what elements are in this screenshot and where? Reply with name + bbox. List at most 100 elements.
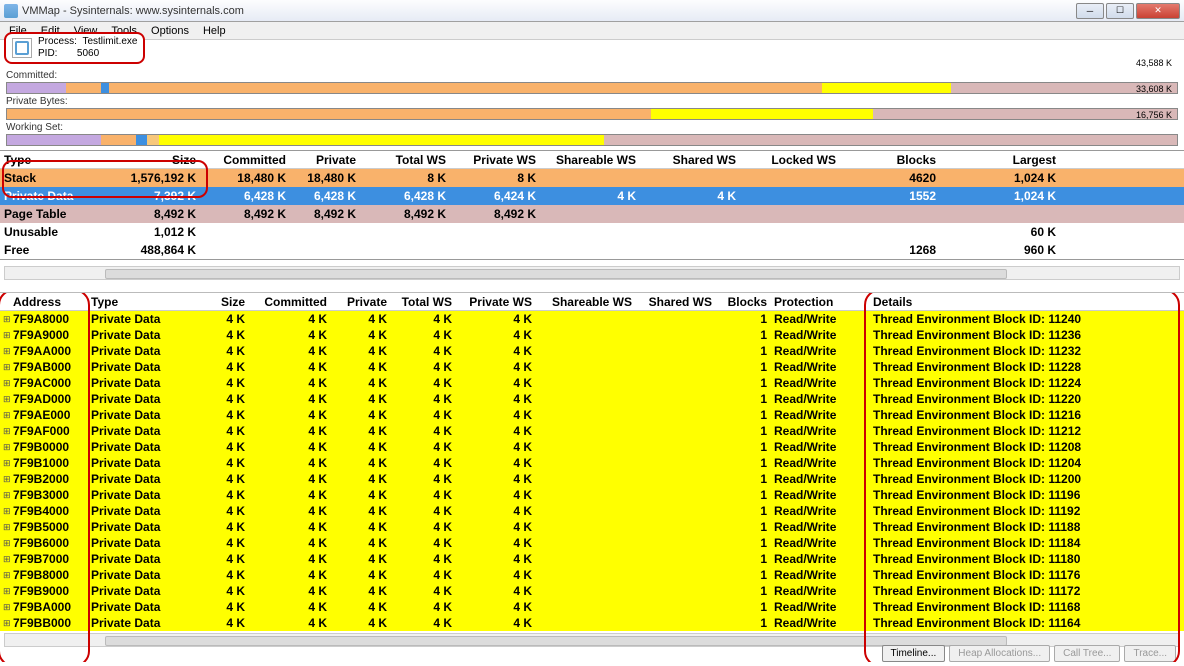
close-button[interactable]: ✕	[1136, 3, 1180, 19]
details-row[interactable]: ⊞7F9AA000Private Data4 K4 K4 K4 K4 K1Rea…	[0, 343, 1184, 359]
details-row[interactable]: ⊞7F9B5000Private Data4 K4 K4 K4 K4 K1Rea…	[0, 519, 1184, 535]
expand-icon[interactable]: ⊞	[0, 362, 10, 373]
details-cell-addr: 7F9AB000	[10, 360, 88, 374]
col-sharedws[interactable]: Shared WS	[640, 153, 740, 167]
dcol-type[interactable]: Type	[88, 295, 198, 309]
dcol-private[interactable]: Private	[330, 295, 390, 309]
details-cell-size: 4 K	[198, 344, 248, 358]
expand-icon[interactable]: ⊞	[0, 346, 10, 357]
details-row[interactable]: ⊞7F9B6000Private Data4 K4 K4 K4 K4 K1Rea…	[0, 535, 1184, 551]
heap-allocations-button[interactable]: Heap Allocations...	[949, 645, 1050, 662]
expand-icon[interactable]: ⊞	[0, 602, 10, 613]
summary-row[interactable]: Page Table8,492 K8,492 K8,492 K8,492 K8,…	[0, 205, 1184, 223]
col-type[interactable]: Type	[0, 153, 105, 167]
menu-help[interactable]: Help	[196, 24, 233, 38]
dcol-shareablews[interactable]: Shareable WS	[535, 295, 635, 309]
expand-icon[interactable]: ⊞	[0, 522, 10, 533]
col-blocks[interactable]: Blocks	[840, 153, 940, 167]
expand-icon[interactable]: ⊞	[0, 442, 10, 453]
details-row[interactable]: ⊞7F9B1000Private Data4 K4 K4 K4 K4 K1Rea…	[0, 455, 1184, 471]
details-row[interactable]: ⊞7F9B8000Private Data4 K4 K4 K4 K4 K1Rea…	[0, 567, 1184, 583]
details-cell-details: Thread Environment Block ID: 11228	[870, 360, 1150, 374]
details-cell-type: Private Data	[88, 552, 198, 566]
expand-icon[interactable]: ⊞	[0, 490, 10, 501]
details-cell-protection: Read/Write	[770, 456, 870, 470]
dcol-address[interactable]: Address	[10, 295, 88, 309]
expand-icon[interactable]: ⊞	[0, 330, 10, 341]
expand-icon[interactable]: ⊞	[0, 378, 10, 389]
expand-icon[interactable]: ⊞	[0, 474, 10, 485]
details-row[interactable]: ⊞7F9B0000Private Data4 K4 K4 K4 K4 K1Rea…	[0, 439, 1184, 455]
details-cell-type: Private Data	[88, 440, 198, 454]
details-cell-addr: 7F9AA000	[10, 344, 88, 358]
details-cell-details: Thread Environment Block ID: 11180	[870, 552, 1150, 566]
details-row[interactable]: ⊞7F9A8000Private Data4 K4 K4 K4 K4 K1Rea…	[0, 311, 1184, 327]
expand-icon[interactable]: ⊞	[0, 618, 10, 629]
summary-cell-type: Stack	[0, 171, 105, 185]
details-cell-privatews: 4 K	[455, 344, 535, 358]
summary-cell-largest: 1,024 K	[940, 171, 1060, 185]
details-row[interactable]: ⊞7F9B4000Private Data4 K4 K4 K4 K4 K1Rea…	[0, 503, 1184, 519]
col-lockedws[interactable]: Locked WS	[740, 153, 840, 167]
details-row[interactable]: ⊞7F9A9000Private Data4 K4 K4 K4 K4 K1Rea…	[0, 327, 1184, 343]
col-size[interactable]: Size	[105, 153, 200, 167]
maximize-button[interactable]: ☐	[1106, 3, 1134, 19]
summary-cell-privatews: 8 K	[450, 171, 540, 185]
details-cell-privatews: 4 K	[455, 408, 535, 422]
expand-icon[interactable]: ⊞	[0, 394, 10, 405]
pid-value: 5060	[77, 48, 99, 59]
details-cell-privatews: 4 K	[455, 552, 535, 566]
expand-icon[interactable]: ⊞	[0, 538, 10, 549]
col-shareablews[interactable]: Shareable WS	[540, 153, 640, 167]
col-privatews[interactable]: Private WS	[450, 153, 540, 167]
col-largest[interactable]: Largest	[940, 153, 1060, 167]
details-row[interactable]: ⊞7F9BB000Private Data4 K4 K4 K4 K4 K1Rea…	[0, 615, 1184, 631]
menu-options[interactable]: Options	[144, 24, 196, 38]
minimize-button[interactable]: ─	[1076, 3, 1104, 19]
expand-icon[interactable]: ⊞	[0, 314, 10, 325]
dcol-blocks[interactable]: Blocks	[715, 295, 770, 309]
details-cell-private: 4 K	[330, 504, 390, 518]
dcol-privatews[interactable]: Private WS	[455, 295, 535, 309]
details-row[interactable]: ⊞7F9B3000Private Data4 K4 K4 K4 K4 K1Rea…	[0, 487, 1184, 503]
expand-icon[interactable]: ⊞	[0, 570, 10, 581]
expand-icon[interactable]: ⊞	[0, 586, 10, 597]
details-cell-type: Private Data	[88, 456, 198, 470]
dcol-totalws[interactable]: Total WS	[390, 295, 455, 309]
col-committed[interactable]: Committed	[200, 153, 290, 167]
details-cell-committed: 4 K	[248, 600, 330, 614]
details-row[interactable]: ⊞7F9B7000Private Data4 K4 K4 K4 K4 K1Rea…	[0, 551, 1184, 567]
details-row[interactable]: ⊞7F9AB000Private Data4 K4 K4 K4 K4 K1Rea…	[0, 359, 1184, 375]
dcol-details[interactable]: Details	[870, 295, 1150, 309]
col-private[interactable]: Private	[290, 153, 360, 167]
col-totalws[interactable]: Total WS	[360, 153, 450, 167]
details-row[interactable]: ⊞7F9BA000Private Data4 K4 K4 K4 K4 K1Rea…	[0, 599, 1184, 615]
expand-icon[interactable]: ⊞	[0, 410, 10, 421]
summary-row[interactable]: Stack1,576,192 K18,480 K18,480 K8 K8 K46…	[0, 169, 1184, 187]
summary-row[interactable]: Private Data7,392 K6,428 K6,428 K6,428 K…	[0, 187, 1184, 205]
details-cell-addr: 7F9B9000	[10, 584, 88, 598]
dcol-sharedws[interactable]: Shared WS	[635, 295, 715, 309]
call-tree-button[interactable]: Call Tree...	[1054, 645, 1120, 662]
details-row[interactable]: ⊞7F9AC000Private Data4 K4 K4 K4 K4 K1Rea…	[0, 375, 1184, 391]
summary-scrollbar[interactable]	[4, 266, 1180, 280]
expand-icon[interactable]: ⊞	[0, 426, 10, 437]
window-title: VMMap - Sysinternals: www.sysinternals.c…	[22, 5, 1074, 17]
details-cell-privatews: 4 K	[455, 600, 535, 614]
details-row[interactable]: ⊞7F9AD000Private Data4 K4 K4 K4 K4 K1Rea…	[0, 391, 1184, 407]
dcol-protection[interactable]: Protection	[770, 295, 870, 309]
details-row[interactable]: ⊞7F9AF000Private Data4 K4 K4 K4 K4 K1Rea…	[0, 423, 1184, 439]
summary-row[interactable]: Unusable1,012 K60 K	[0, 223, 1184, 241]
details-cell-type: Private Data	[88, 600, 198, 614]
timeline-button[interactable]: Timeline...	[882, 645, 946, 662]
details-row[interactable]: ⊞7F9AE000Private Data4 K4 K4 K4 K4 K1Rea…	[0, 407, 1184, 423]
dcol-size[interactable]: Size	[198, 295, 248, 309]
expand-icon[interactable]: ⊞	[0, 506, 10, 517]
trace-button[interactable]: Trace...	[1124, 645, 1176, 662]
dcol-committed[interactable]: Committed	[248, 295, 330, 309]
details-row[interactable]: ⊞7F9B2000Private Data4 K4 K4 K4 K4 K1Rea…	[0, 471, 1184, 487]
expand-icon[interactable]: ⊞	[0, 458, 10, 469]
expand-icon[interactable]: ⊞	[0, 554, 10, 565]
summary-row[interactable]: Free488,864 K1268960 K	[0, 241, 1184, 259]
details-row[interactable]: ⊞7F9B9000Private Data4 K4 K4 K4 K4 K1Rea…	[0, 583, 1184, 599]
